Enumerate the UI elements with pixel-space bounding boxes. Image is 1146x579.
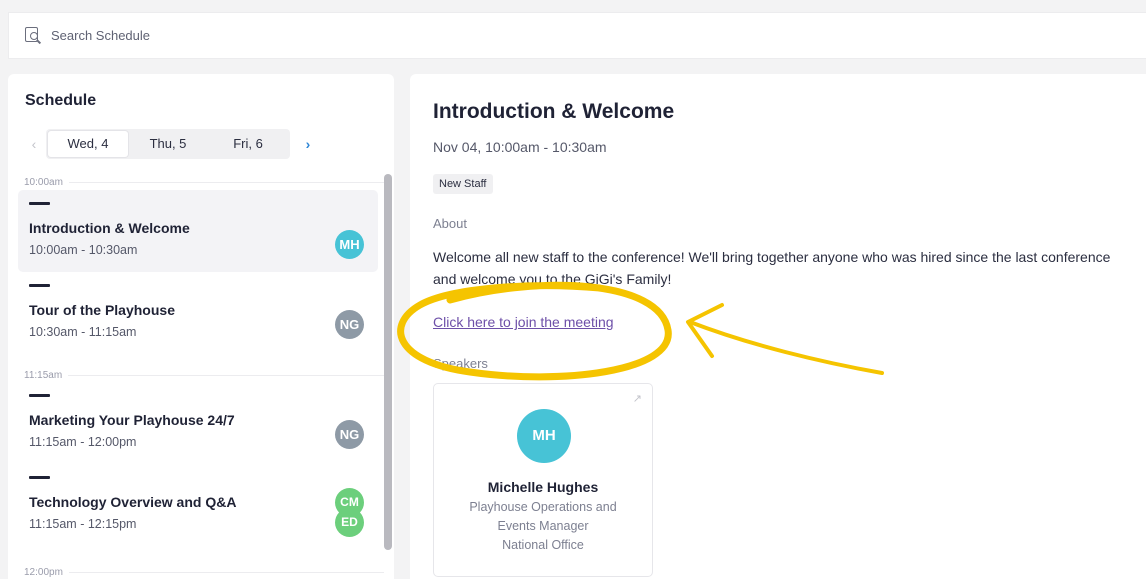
search-icon [25,26,43,45]
day-tab-wed[interactable]: Wed, 4 [48,131,128,157]
speaker-card[interactable]: ↗ MH Michelle Hughes Playhouse Operation… [433,383,653,577]
session-detail-date: Nov 04, 10:00am - 10:30am [433,139,607,155]
session-dash [29,394,50,397]
speaker-role-line: Events Manager [497,519,589,533]
session-detail-panel: Introduction & Welcome Nov 04, 10:00am -… [410,74,1146,579]
external-link-icon[interactable]: ↗ [633,392,642,405]
speaker-role: Playhouse Operations and Events Manager … [434,498,652,555]
scrollbar[interactable] [384,174,392,550]
session-time: 11:15am - 12:15pm [29,517,137,531]
session-item-tour[interactable]: Tour of the Playhouse 10:30am - 11:15am … [18,272,378,354]
session-list[interactable]: 10:00am Introduction & Welcome 10:00am -… [8,172,380,579]
day-tab-fri[interactable]: Fri, 6 [208,131,288,157]
session-item-marketing[interactable]: Marketing Your Playhouse 24/7 11:15am - … [18,382,378,464]
day-tabs: Wed, 4 Thu, 5 Fri, 6 [46,129,290,159]
schedule-panel: Schedule ‹ Wed, 4 Thu, 5 Fri, 6 › 10:00a… [8,74,394,579]
time-label: 10:00am [24,177,384,188]
time-label: 11:15am [24,370,384,381]
about-label: About [433,216,467,231]
session-detail-title: Introduction & Welcome [433,100,675,123]
next-day-arrow-icon[interactable]: › [298,136,318,152]
session-time: 11:15am - 12:00pm [29,435,137,449]
session-title: Marketing Your Playhouse 24/7 [29,412,235,428]
session-dash [29,202,50,205]
avatar: NG [335,310,364,339]
session-item-introduction[interactable]: Introduction & Welcome 10:00am - 10:30am… [18,190,378,272]
join-meeting-link[interactable]: Click here to join the meeting [433,314,614,330]
session-title: Introduction & Welcome [29,220,190,236]
speaker-role-line: Playhouse Operations and [469,500,617,514]
avatar: NG [335,420,364,449]
speaker-avatar: MH [517,409,571,463]
session-time: 10:30am - 11:15am [29,325,137,339]
session-title: Tour of the Playhouse [29,302,175,318]
schedule-title: Schedule [25,92,97,109]
day-selector: ‹ Wed, 4 Thu, 5 Fri, 6 › [24,129,318,159]
prev-day-arrow-icon[interactable]: ‹ [24,136,44,152]
session-title: Technology Overview and Q&A [29,494,237,510]
speaker-role-line: National Office [502,538,584,552]
time-label: 12:00pm [24,567,384,578]
session-dash [29,284,50,287]
session-time: 10:00am - 10:30am [29,243,138,257]
avatar: MH [335,230,364,259]
speakers-label: Speakers [433,356,488,371]
search-input[interactable] [51,28,651,43]
session-tag: New Staff [433,174,493,194]
session-dash [29,476,50,479]
session-item-technology[interactable]: Technology Overview and Q&A 11:15am - 12… [18,464,378,546]
search-bar[interactable] [8,12,1146,59]
day-tab-thu[interactable]: Thu, 5 [128,131,208,157]
speaker-name: Michelle Hughes [487,479,599,495]
about-text: Welcome all new staff to the conference!… [433,249,1111,287]
avatar: ED [335,508,364,537]
